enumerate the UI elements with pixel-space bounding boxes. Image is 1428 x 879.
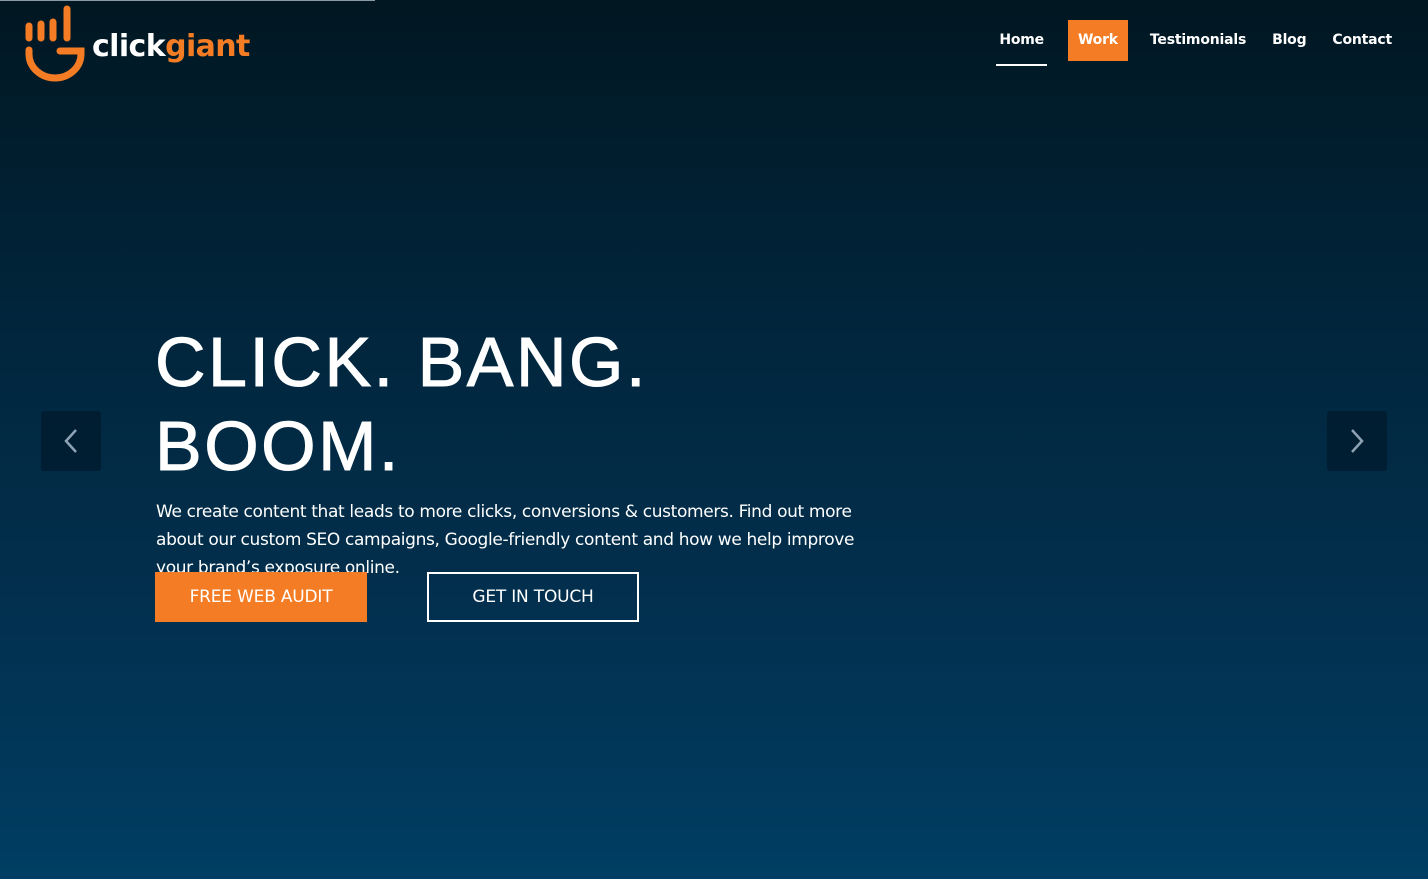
nav-item-blog[interactable]: Blog	[1262, 20, 1316, 61]
chevron-right-icon	[1351, 429, 1364, 453]
brand-name-giant: giant	[165, 28, 250, 64]
free-web-audit-button[interactable]: FREE WEB AUDIT	[155, 572, 367, 622]
hero-section: CLICK. BANG. BOOM. We create content tha…	[155, 320, 915, 582]
hand-logo-icon	[25, 5, 85, 82]
site-logo[interactable]: clickgiant	[24, 3, 250, 83]
brand-name-click: click	[92, 28, 166, 64]
nav-item-contact[interactable]: Contact	[1322, 20, 1402, 61]
slider-next-button[interactable]	[1327, 411, 1387, 471]
nav-item-home[interactable]: Home	[989, 20, 1054, 66]
hero-title: CLICK. BANG. BOOM.	[155, 323, 648, 486]
main-nav: Home Work Testimonials Blog Contact	[983, 20, 1402, 66]
get-in-touch-button[interactable]: GET IN TOUCH	[427, 572, 639, 622]
site-header: clickgiant Home Work Testimonials Blog C…	[0, 0, 1428, 90]
hero-description: We create content that leads to more cli…	[156, 502, 855, 578]
nav-item-testimonials[interactable]: Testimonials	[1140, 20, 1256, 61]
slider-prev-button[interactable]	[41, 411, 101, 471]
brand-name: clickgiant	[92, 29, 250, 64]
chevron-left-icon	[64, 429, 77, 453]
nav-item-work[interactable]: Work	[1067, 20, 1128, 61]
